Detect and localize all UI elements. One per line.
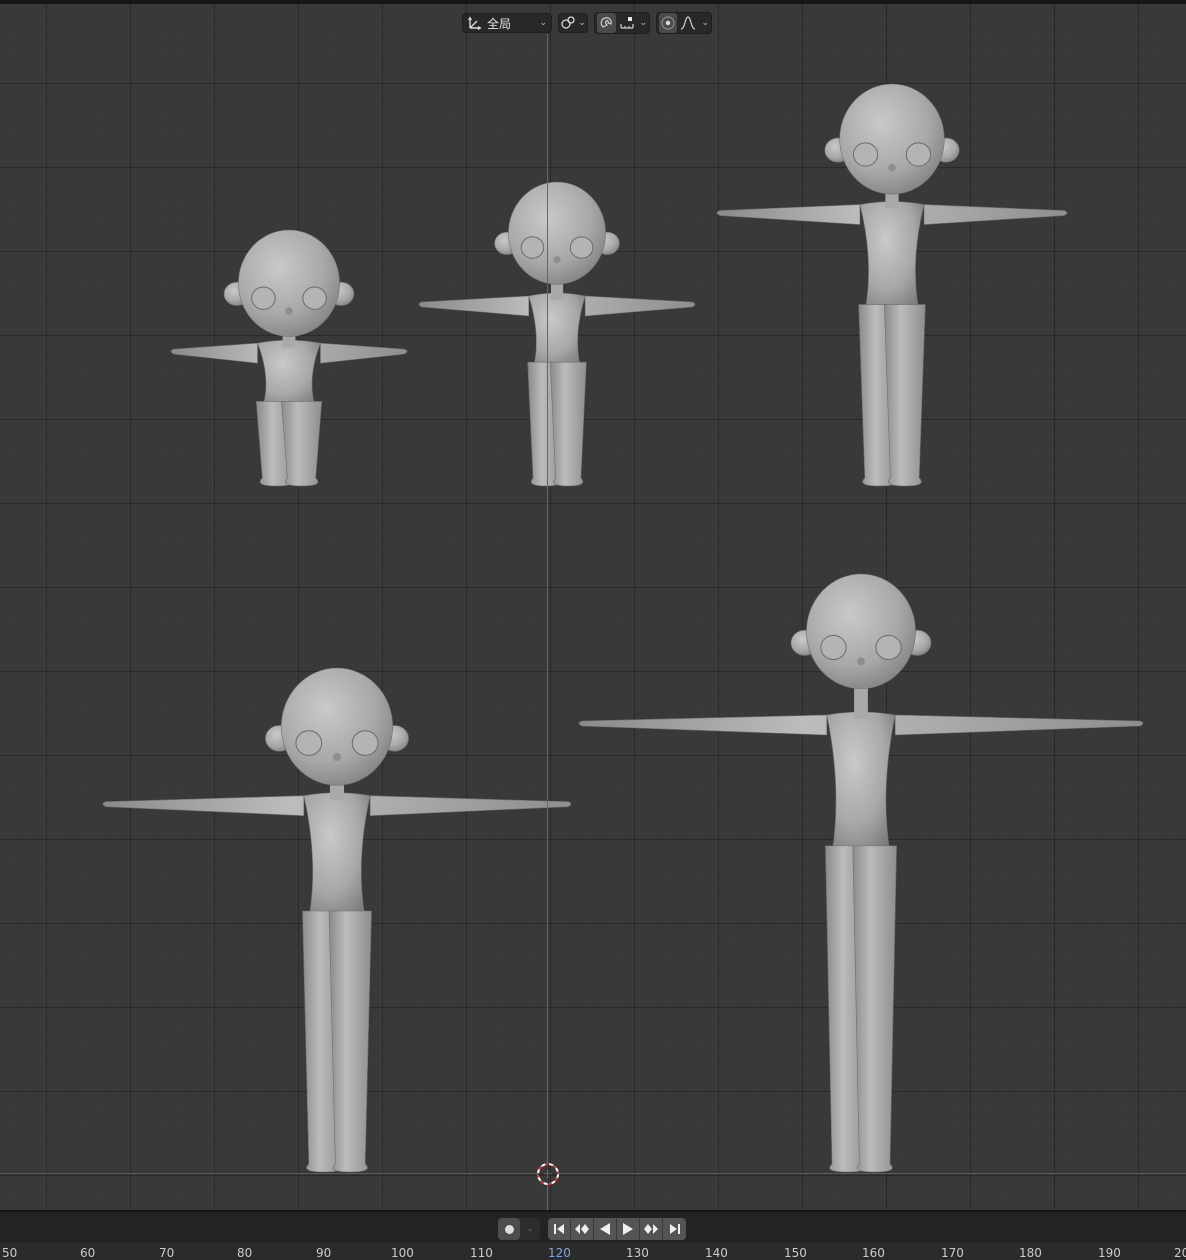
chevron-down-icon: ⌄ [578,18,586,28]
play-icon [623,1223,633,1235]
z-axis-line [547,34,548,1210]
frame-tick: 180 [1019,1246,1042,1260]
frame-tick: 160 [862,1246,885,1260]
frame-tick: 50 [2,1246,18,1260]
x-axis-line [0,1173,1186,1174]
character-teen[interactable] [100,666,574,1176]
chevron-down-icon[interactable]: ⌄ [520,1224,540,1234]
pivot-point-icon [561,16,575,29]
chevron-down-icon: ⌄ [701,18,709,28]
frame-tick: 70 [159,1246,175,1260]
viewport-header-toolbar: 全局 ⌄ ⌄ ⌄ ⌄ [462,10,712,36]
3d-viewport[interactable]: 全局 ⌄ ⌄ ⌄ ⌄ [0,4,1186,1210]
play-button[interactable] [617,1218,640,1240]
frame-tick: 170 [941,1246,964,1260]
play-reverse-button[interactable] [594,1218,617,1240]
record-icon [504,1224,514,1234]
frame-tick: 20 [1174,1246,1186,1260]
jump-to-end-icon [669,1224,680,1234]
chevron-down-icon: ⌄ [539,18,547,28]
previous-keyframe-icon [575,1224,589,1234]
snap-toggle[interactable] [597,13,617,33]
falloff-dropdown[interactable] [677,13,699,33]
jump-to-end-button[interactable] [663,1218,686,1240]
frame-tick: 150 [784,1246,807,1260]
timeline-frame-ruler[interactable]: 50 60 70 80 90 100 110 120 130 140 150 1… [0,1243,1186,1260]
play-reverse-icon [600,1223,610,1235]
jump-to-start-button[interactable] [548,1218,571,1240]
proportional-edit-icon [661,16,675,30]
proportional-edit-group: ⌄ [656,12,712,34]
timeline-header: ⌄ [0,1210,1186,1243]
auto-keying-group: ⌄ [498,1218,540,1240]
frame-tick: 80 [237,1246,253,1260]
proportional-edit-toggle[interactable] [659,13,678,33]
transform-orientation-label: 全局 [487,16,512,31]
snap-increment-icon [620,17,634,29]
current-frame-tick: 120 [548,1246,571,1260]
jump-to-start-icon [554,1224,564,1234]
character-adult[interactable] [576,572,1146,1176]
playback-controls: ⌄ [498,1218,686,1240]
3d-cursor-icon[interactable] [536,1162,560,1186]
snap-target-dropdown[interactable] [616,13,637,33]
auto-keying-button[interactable] [498,1218,520,1240]
next-keyframe-icon [644,1224,658,1234]
magnet-snap-icon [600,17,612,28]
jump-to-next-keyframe-button[interactable] [640,1218,663,1240]
frame-tick: 110 [470,1246,493,1260]
transform-orientation-icon [467,16,482,31]
frame-tick: 60 [80,1246,96,1260]
frame-tick: 100 [391,1246,414,1260]
frame-tick: 130 [626,1246,649,1260]
jump-to-previous-keyframe-button[interactable] [571,1218,594,1240]
character-chibi[interactable] [168,228,410,490]
chevron-down-icon: ⌄ [639,18,647,28]
character-small[interactable] [416,180,698,490]
character-tall-slim[interactable] [714,82,1070,490]
falloff-curve-icon [681,16,696,30]
pivot-point-dropdown[interactable]: ⌄ [558,13,588,33]
snapping-group: ⌄ [594,12,650,34]
transport-controls [548,1218,686,1240]
transform-orientation-dropdown[interactable]: 全局 ⌄ [462,13,552,33]
frame-tick: 140 [705,1246,728,1260]
frame-tick: 90 [316,1246,332,1260]
frame-tick: 190 [1098,1246,1121,1260]
